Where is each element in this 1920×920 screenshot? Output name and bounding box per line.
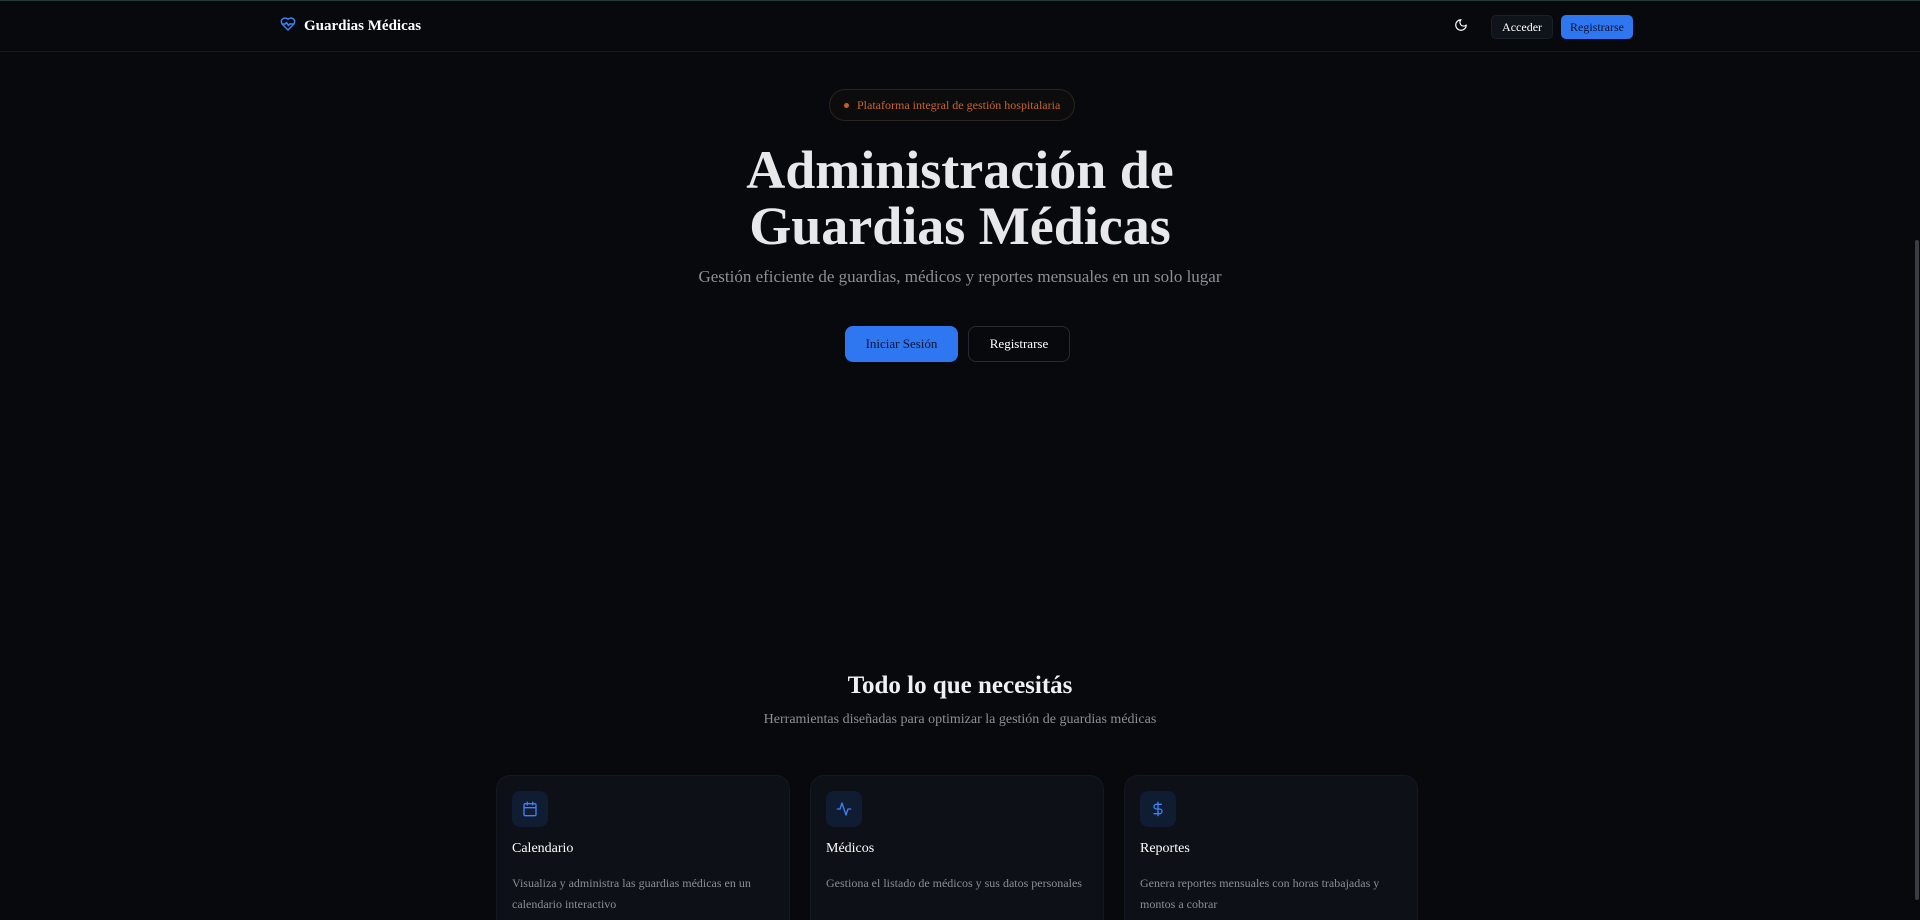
- feature-card-desc: Genera reportes mensuales con horas trab…: [1140, 876, 1380, 911]
- navbar: Guardias Médicas Acceder Registrarse: [0, 1, 1920, 52]
- calendar-icon: [512, 791, 548, 827]
- page-scrollbar[interactable]: [1914, 52, 1920, 920]
- feature-card-title: Médicos: [826, 841, 875, 856]
- hero-badge: Plataforma integral de gestión hospitala…: [829, 89, 1076, 121]
- hero-subtitle: Gestión eficiente de guardias, médicos y…: [698, 267, 1222, 286]
- features-title: Todo lo que necesitás: [847, 672, 1073, 699]
- scrollbar-thumb[interactable]: [1915, 240, 1919, 900]
- moon-icon: [1454, 18, 1468, 37]
- activity-icon: [826, 791, 862, 827]
- badge-text: Plataforma integral de gestión hospitala…: [857, 97, 1061, 112]
- hero-actions: Iniciar Sesión Registrarse: [845, 326, 1070, 362]
- register-nav-button[interactable]: Registrarse: [1561, 15, 1633, 39]
- feature-card-calendario[interactable]: Calendario Visualiza y administra las gu…: [496, 775, 790, 920]
- feature-cards: Calendario Visualiza y administra las gu…: [496, 775, 1418, 920]
- feature-card-title: Reportes: [1140, 841, 1190, 856]
- features-subtitle: Herramientas diseñadas para optimizar la…: [763, 712, 1157, 727]
- feature-card-reportes[interactable]: Reportes Genera reportes mensuales con h…: [1124, 775, 1418, 920]
- hero-title-line2: Guardias Médicas: [749, 196, 1171, 256]
- brand-name: Guardias Médicas: [304, 18, 422, 34]
- theme-toggle-button[interactable]: [1447, 15, 1475, 39]
- hero-title-line1: Administración de: [746, 140, 1174, 200]
- login-nav-button[interactable]: Acceder: [1491, 15, 1554, 39]
- feature-card-desc: Gestiona el listado de médicos y sus dat…: [826, 876, 1082, 890]
- feature-card-desc: Visualiza y administra las guardias médi…: [512, 876, 751, 911]
- heart-pulse-icon: [280, 16, 296, 37]
- brand-link[interactable]: Guardias Médicas: [280, 16, 421, 37]
- badge-dot: [844, 102, 849, 108]
- dollar-icon: [1140, 791, 1176, 827]
- login-button[interactable]: Iniciar Sesión: [845, 326, 958, 362]
- navbar-actions: Acceder Registrarse: [1447, 15, 1633, 39]
- hero-title: Administración de Guardias Médicas: [0, 142, 1920, 254]
- register-button[interactable]: Registrarse: [968, 326, 1070, 362]
- feature-card-medicos[interactable]: Médicos Gestiona el listado de médicos y…: [810, 775, 1104, 920]
- feature-card-title: Calendario: [512, 841, 574, 856]
